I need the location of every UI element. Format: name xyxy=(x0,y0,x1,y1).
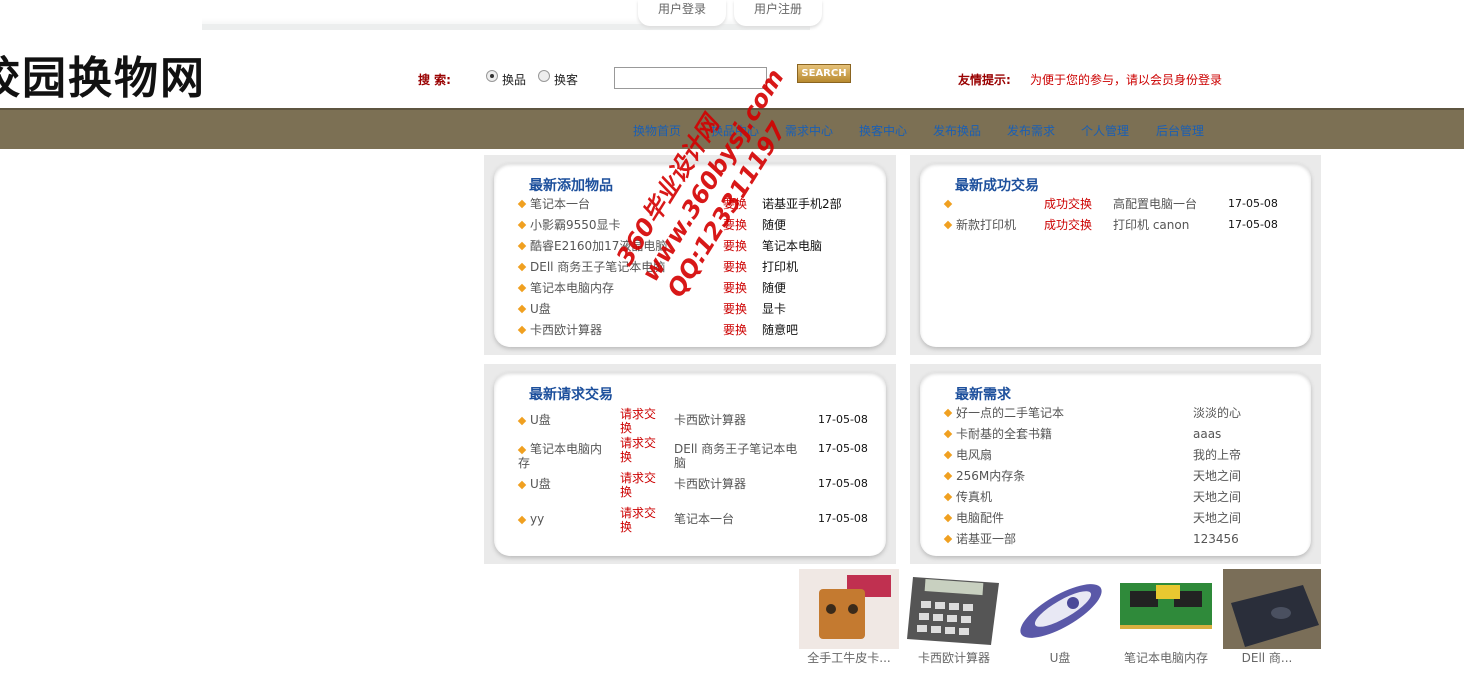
item-want: 打印机 xyxy=(762,260,799,274)
need-user: 123456 xyxy=(1193,532,1239,546)
radio-items-label: 换品 xyxy=(502,73,527,87)
item-want: 随便 xyxy=(762,218,787,232)
item-name-link[interactable]: 笔记本电脑内存 xyxy=(530,281,614,295)
nav-users-center[interactable]: 换客中心 xyxy=(859,122,907,139)
trade-tag: 成功交换 xyxy=(1044,197,1093,211)
request-with-link[interactable]: DEll 商务王子笔记本电脑 xyxy=(674,442,804,470)
need-item-link[interactable]: 电风扇 xyxy=(956,448,992,462)
need-user: 淡淡的心 xyxy=(1193,406,1242,420)
need-user: 我的上帝 xyxy=(1193,448,1242,462)
item-want: 随意吧 xyxy=(762,323,799,337)
request-date: 17-05-08 xyxy=(818,413,868,426)
nav-publish-need[interactable]: 发布需求 xyxy=(1007,122,1055,139)
trade-tag: 成功交换 xyxy=(1044,218,1093,232)
nav-admin[interactable]: 后台管理 xyxy=(1156,122,1204,139)
trade-date: 17-05-08 xyxy=(1228,197,1278,210)
login-tab[interactable]: 用户登录 xyxy=(638,0,726,26)
item-want: 显卡 xyxy=(762,302,787,316)
request-item-link[interactable]: U盘 xyxy=(518,477,610,491)
request-item-link[interactable]: 笔记本电脑内存 xyxy=(518,442,610,470)
product-image-usb-drive[interactable] xyxy=(1011,569,1111,649)
need-user: 天地之间 xyxy=(1193,490,1242,504)
need-item-link[interactable]: 传真机 xyxy=(956,490,992,504)
nav-personal[interactable]: 个人管理 xyxy=(1081,122,1129,139)
trade-with-link[interactable]: 高配置电脑一台 xyxy=(1113,197,1197,211)
product-caption[interactable]: 卡西欧计算器 xyxy=(899,649,1009,666)
need-item-link[interactable]: 256M内存条 xyxy=(956,469,1025,483)
request-tag: 请求交换 xyxy=(620,436,657,464)
item-tag: 要换 xyxy=(723,302,748,316)
request-with-link[interactable]: 卡西欧计算器 xyxy=(674,477,804,491)
need-item-link[interactable]: 电脑配件 xyxy=(956,511,1004,525)
radio-users[interactable] xyxy=(538,70,550,82)
radio-items[interactable] xyxy=(486,70,498,82)
radio-users-label: 换客 xyxy=(554,73,579,87)
item-name-link[interactable]: 笔记本一台 xyxy=(530,197,590,211)
product-caption[interactable]: 笔记本电脑内存 xyxy=(1111,649,1221,666)
search-button[interactable]: SEARCH xyxy=(797,64,851,83)
product-image-leather-card-holder[interactable] xyxy=(799,569,899,649)
item-want: 诺基亚手机2部 xyxy=(762,197,842,211)
request-date: 17-05-08 xyxy=(818,477,868,490)
page: 用户登录 用户注册 校园换物网 搜 索: 换品 换客 SEARCH 友情提示: … xyxy=(0,0,1464,687)
need-user: 天地之间 xyxy=(1193,511,1242,525)
item-tag: 要换 xyxy=(723,323,748,337)
product-caption[interactable]: U盘 xyxy=(1005,649,1115,666)
need-item-link[interactable]: 诺基亚一部 xyxy=(956,532,1016,546)
request-with-link[interactable]: 笔记本一台 xyxy=(674,512,804,526)
item-tag: 要换 xyxy=(723,281,748,295)
nav-home[interactable]: 换物首页 xyxy=(633,122,681,139)
panel-title: 最新添加物品 xyxy=(529,178,613,194)
register-tab[interactable]: 用户注册 xyxy=(734,0,822,26)
need-item-link[interactable]: 卡耐基的全套书籍 xyxy=(956,427,1052,441)
panel-title: 最新成功交易 xyxy=(955,178,1039,194)
request-tag: 请求交换 xyxy=(620,506,657,534)
item-want: 笔记本电脑 xyxy=(762,239,823,253)
panel-title: 最新请求交易 xyxy=(529,387,613,403)
trade-with-link[interactable]: 打印机 canon xyxy=(1113,218,1189,232)
search-label: 搜 索: xyxy=(418,73,451,87)
product-image-laptop[interactable] xyxy=(1223,569,1321,649)
item-name-link[interactable]: 小影霸9550显卡 xyxy=(530,218,621,232)
request-tag: 请求交换 xyxy=(620,407,657,435)
product-image-calculator[interactable] xyxy=(903,569,1003,649)
nav-publish-item[interactable]: 发布换品 xyxy=(933,122,981,139)
request-date: 17-05-08 xyxy=(818,512,868,525)
panel-title: 最新需求 xyxy=(955,387,1011,403)
trade-item-link[interactable]: 新款打印机 xyxy=(956,218,1016,232)
tip-label: 友情提示: xyxy=(958,73,1011,87)
site-logo[interactable]: 校园换物网 xyxy=(0,52,206,106)
need-user: aaas xyxy=(1193,427,1222,441)
request-item-link[interactable]: U盘 xyxy=(518,413,610,427)
item-name-link[interactable]: U盘 xyxy=(530,302,551,316)
request-with-link[interactable]: 卡西欧计算器 xyxy=(674,413,804,427)
item-want: 随便 xyxy=(762,281,787,295)
need-item-link[interactable]: 好一点的二手笔记本 xyxy=(956,406,1064,420)
item-name-link[interactable]: 卡西欧计算器 xyxy=(530,323,602,337)
product-image-ram-module[interactable] xyxy=(1116,569,1216,649)
product-caption[interactable]: DEll 商... xyxy=(1212,649,1322,666)
request-tag: 请求交换 xyxy=(620,471,657,499)
request-item-link[interactable]: yy xyxy=(518,512,610,526)
item-tag: 要换 xyxy=(723,260,748,274)
need-user: 天地之间 xyxy=(1193,469,1242,483)
item-tag: 要换 xyxy=(723,239,748,253)
trade-date: 17-05-08 xyxy=(1228,218,1278,231)
request-date: 17-05-08 xyxy=(818,442,868,455)
tip-text: 为便于您的参与，请以会员身份登录 xyxy=(1030,73,1223,87)
product-caption[interactable]: 全手工牛皮卡... xyxy=(794,649,904,666)
success-trades-panel: 最新成功交易 xyxy=(910,155,1321,355)
